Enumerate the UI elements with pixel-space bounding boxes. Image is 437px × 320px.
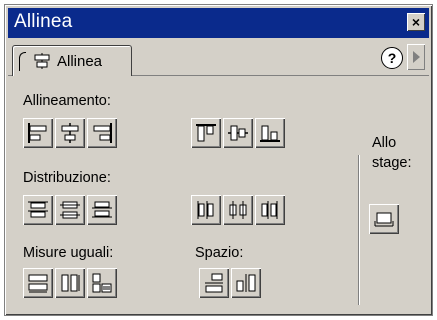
distribute-bottom-button[interactable] bbox=[87, 195, 117, 225]
match-width-icon bbox=[28, 274, 48, 293]
align-panel: Allinea × Allinea ? Allineamento: Allo s… bbox=[4, 4, 433, 316]
space-horizontal-icon bbox=[236, 274, 256, 292]
chevron-right-icon bbox=[413, 51, 420, 63]
distribute-top-icon bbox=[28, 201, 48, 218]
tab-label: Allinea bbox=[57, 53, 103, 70]
space-vertical-button[interactable] bbox=[199, 268, 229, 298]
align-bottom-button[interactable] bbox=[255, 118, 285, 148]
match-width-and-height-button[interactable] bbox=[87, 268, 117, 298]
align-bottom-icon bbox=[260, 125, 280, 142]
align-left-button[interactable] bbox=[23, 118, 53, 148]
window-title: Allinea bbox=[14, 11, 73, 32]
align-vertical-center-button[interactable] bbox=[223, 118, 253, 148]
distribute-top-button[interactable] bbox=[23, 195, 53, 225]
distribute-vertical-center-button[interactable] bbox=[55, 195, 85, 225]
tab-allinea[interactable]: Allinea bbox=[12, 45, 132, 76]
match-height-button[interactable] bbox=[55, 268, 85, 298]
align-left-icon bbox=[28, 123, 47, 143]
vertical-divider bbox=[358, 155, 359, 305]
distribute-left-icon bbox=[197, 201, 214, 219]
section-label-allineamento: Allineamento: bbox=[23, 93, 111, 109]
tab-curl-decoration bbox=[19, 52, 26, 71]
match-width-button[interactable] bbox=[23, 268, 53, 298]
tab-row: Allinea ? bbox=[8, 41, 429, 76]
space-horizontal-button[interactable] bbox=[231, 268, 261, 298]
distribute-vertical-center-icon bbox=[60, 201, 80, 219]
allo-stage-label-line1: Allo bbox=[372, 135, 397, 151]
distribute-horizontal-center-button[interactable] bbox=[223, 195, 253, 225]
align-right-icon bbox=[93, 123, 112, 143]
section-label-misure-uguali: Misure uguali: bbox=[23, 245, 114, 261]
title-bar[interactable]: Allinea × bbox=[8, 8, 429, 38]
distribute-right-button[interactable] bbox=[255, 195, 285, 225]
align-icon bbox=[34, 53, 50, 69]
align-to-stage-button[interactable] bbox=[369, 204, 399, 234]
distribute-left-button[interactable] bbox=[191, 195, 221, 225]
distribute-bottom-icon bbox=[92, 201, 112, 218]
section-label-spazio: Spazio: bbox=[195, 245, 244, 261]
space-vertical-icon bbox=[205, 273, 223, 293]
align-vertical-center-icon bbox=[228, 125, 248, 141]
allo-stage-label-line2: stage: bbox=[372, 155, 412, 171]
distribute-right-icon bbox=[261, 201, 278, 219]
section-label-distribuzione: Distribuzione: bbox=[23, 170, 111, 186]
panel-menu-button[interactable] bbox=[407, 44, 425, 70]
match-height-icon bbox=[61, 274, 80, 292]
align-top-icon bbox=[196, 124, 216, 142]
match-width-and-height-icon bbox=[92, 273, 112, 293]
align-top-button[interactable] bbox=[191, 118, 221, 148]
distribute-horizontal-center-icon bbox=[229, 201, 247, 219]
align-horizontal-center-icon bbox=[61, 123, 79, 143]
align-right-button[interactable] bbox=[87, 118, 117, 148]
align-horizontal-center-button[interactable] bbox=[55, 118, 85, 148]
help-button[interactable]: ? bbox=[381, 47, 403, 69]
align-to-stage-icon bbox=[374, 212, 394, 227]
close-button[interactable]: × bbox=[407, 13, 425, 31]
